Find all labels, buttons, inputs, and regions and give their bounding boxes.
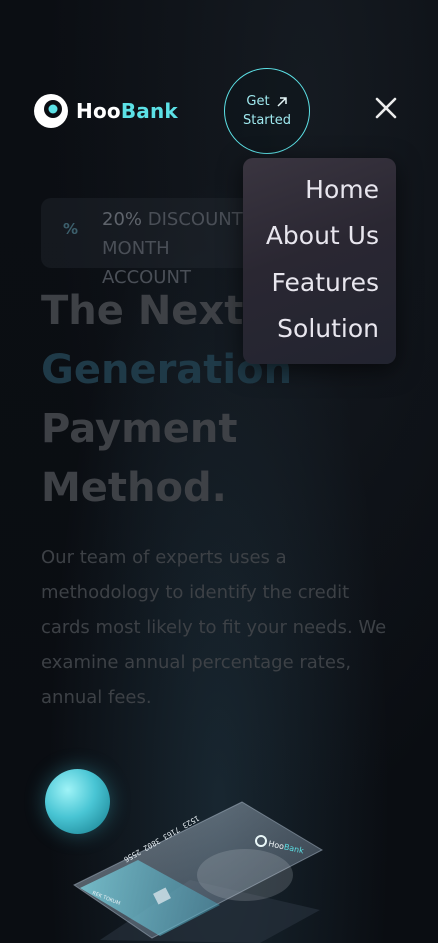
hero-paragraph: Our team of experts uses a methodology t… — [41, 540, 429, 715]
menu-item-solution[interactable]: Solution — [277, 314, 379, 343]
close-icon[interactable] — [372, 94, 400, 122]
arrow-up-right-icon — [277, 96, 287, 107]
hero-paragraph-line: annual fees. — [41, 687, 152, 708]
get-started-line1: Get — [246, 94, 270, 109]
discount-percent: 20% — [102, 209, 143, 230]
menu-item-features[interactable]: Features — [272, 268, 380, 297]
hero-paragraph-line: examine annual percentage rates, — [41, 652, 352, 673]
get-started-row: Get — [246, 92, 287, 111]
brand-name-suffix: Bank — [120, 99, 178, 123]
hero-paragraph-line: Our team of experts uses a — [41, 547, 287, 568]
brand-name: HooBank — [76, 99, 178, 123]
hero-paragraph-line: methodology to identify the credit — [41, 582, 350, 603]
nav-menu: Home About Us Features Solution — [243, 158, 396, 364]
hoobank-logo-icon — [34, 94, 68, 128]
get-started-button[interactable]: Get Started — [224, 68, 310, 154]
menu-item-about-us[interactable]: About Us — [266, 221, 379, 250]
brand-name-prefix: Hoo — [76, 99, 121, 123]
hero-line4: Method. — [41, 465, 227, 511]
menu-item-home[interactable]: Home — [305, 175, 379, 204]
brand-logo[interactable]: HooBank — [32, 92, 178, 130]
credit-card-illustration: HooBank 1523 7163 3802 2556 REK TOKUM — [73, 801, 324, 943]
hero-paragraph-line: cards most likely to fit your needs. We — [41, 617, 387, 638]
get-started-line2: Started — [242, 113, 291, 128]
percent-icon: % — [63, 220, 79, 238]
card-emblem — [197, 849, 293, 901]
hero-line3: Payment — [41, 406, 238, 452]
